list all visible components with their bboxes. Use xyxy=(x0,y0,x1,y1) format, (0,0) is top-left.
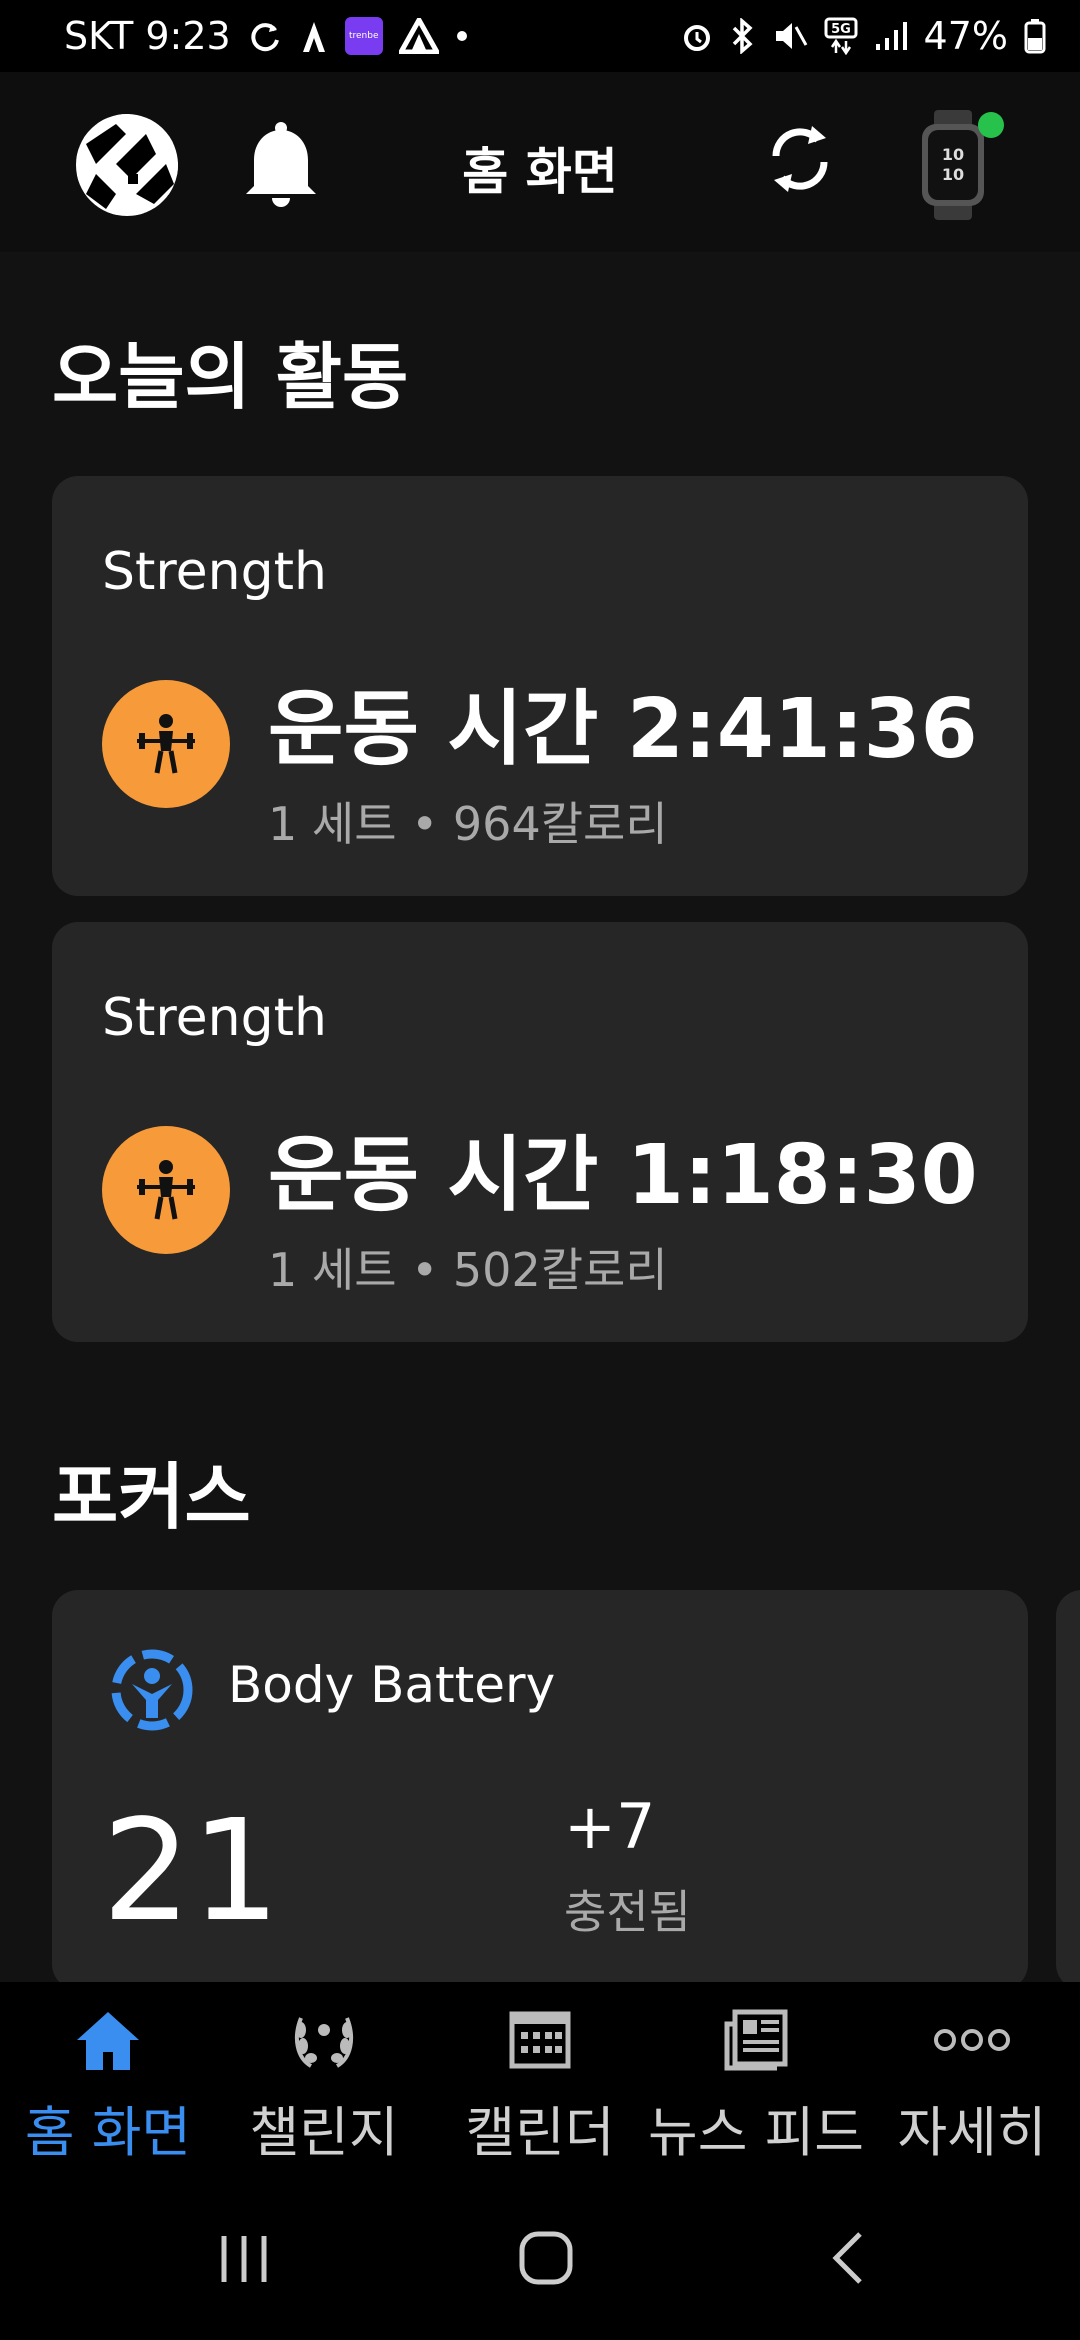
activity-duration: 운동 시간 1:18:30 xyxy=(268,1128,978,1223)
nav-app-icon xyxy=(398,18,439,54)
more-icon xyxy=(864,2008,1080,2072)
status-bar: SKT 9:23 trenbe 5G 47% xyxy=(0,0,1080,72)
signal-icon xyxy=(874,20,908,52)
nav-label: 뉴스 피드 xyxy=(648,2101,864,2164)
body-battery-label: Body Battery xyxy=(228,1656,556,1714)
bottom-nav: 홈 화면 챌린지 캘린더 뉴스 피드 자세히 xyxy=(0,1982,1080,2182)
activity-type: Strength xyxy=(102,988,327,1048)
activity-duration: 운동 시간 2:41:36 xyxy=(268,682,978,777)
home-button-icon[interactable] xyxy=(516,2228,576,2292)
nav-more[interactable]: 자세히 xyxy=(864,1982,1080,2182)
dot-icon xyxy=(455,29,469,43)
newsfeed-icon xyxy=(648,2008,864,2072)
alarm-icon xyxy=(680,19,714,53)
calendar-icon xyxy=(432,2008,648,2070)
device-status-dot xyxy=(978,112,1004,138)
nav-label: 홈 화면 xyxy=(24,2101,192,2164)
battery-icon xyxy=(1024,18,1046,54)
section-title-focus: 포커스 xyxy=(52,1455,251,1539)
5g-icon: 5G xyxy=(824,17,858,55)
next-focus-card[interactable] xyxy=(1056,1590,1080,1990)
svg-text:10: 10 xyxy=(942,165,964,184)
mute-icon xyxy=(772,19,808,53)
strava-icon xyxy=(299,18,329,54)
section-title-today: 오늘의 활동 xyxy=(52,335,409,419)
sync-icon[interactable] xyxy=(764,116,836,206)
status-right: 5G 47% xyxy=(680,14,1046,58)
nav-home[interactable]: 홈 화면 xyxy=(0,1982,216,2182)
nav-label: 캘린더 xyxy=(465,2101,615,2164)
carrier-time: SKT 9:23 xyxy=(64,14,231,58)
system-nav-bar xyxy=(0,2182,1080,2340)
body-battery-icon xyxy=(108,1646,196,1738)
svg-text:10: 10 xyxy=(942,145,964,164)
body-battery-delta: +7 xyxy=(564,1790,656,1863)
status-left: SKT 9:23 trenbe xyxy=(64,14,469,58)
activity-details: 1 세트 • 964칼로리 xyxy=(268,797,668,851)
activity-details: 1 세트 • 502칼로리 xyxy=(268,1243,668,1297)
activity-card[interactable]: Strength 운동 시간 1:18:30 1 세트 • 502칼로리 xyxy=(52,922,1028,1342)
app-badge-icon: trenbe xyxy=(344,17,383,55)
strength-icon xyxy=(102,1126,230,1254)
activity-type: Strength xyxy=(102,542,327,602)
body-battery-card[interactable]: Body Battery 21 +7 충전됨 xyxy=(52,1590,1028,1990)
nav-label: 자세히 xyxy=(897,2101,1047,2164)
nav-label: 챌린지 xyxy=(249,2101,399,2164)
svg-text:5G: 5G xyxy=(831,22,851,37)
nav-challenges[interactable]: 챌린지 xyxy=(216,1982,432,2182)
recent-apps-icon[interactable] xyxy=(214,2228,274,2292)
sync-icon xyxy=(247,18,283,54)
nav-newsfeed[interactable]: 뉴스 피드 xyxy=(648,1982,864,2182)
battery-text: 47% xyxy=(923,14,1008,58)
strength-icon xyxy=(102,680,230,808)
home-icon xyxy=(0,2008,216,2072)
nav-calendar[interactable]: 캘린더 xyxy=(432,1982,648,2182)
bluetooth-icon xyxy=(730,18,756,54)
laurel-icon xyxy=(216,2008,432,2072)
body-battery-value: 21 xyxy=(102,1790,281,1953)
body-battery-delta-label: 충전됨 xyxy=(564,1885,691,1939)
activity-card[interactable]: Strength 운동 시간 2:41:36 1 세트 • 964칼로리 xyxy=(52,476,1028,896)
top-bar: 홈 화면 10 10 xyxy=(0,72,1080,252)
back-icon[interactable] xyxy=(820,2228,880,2292)
